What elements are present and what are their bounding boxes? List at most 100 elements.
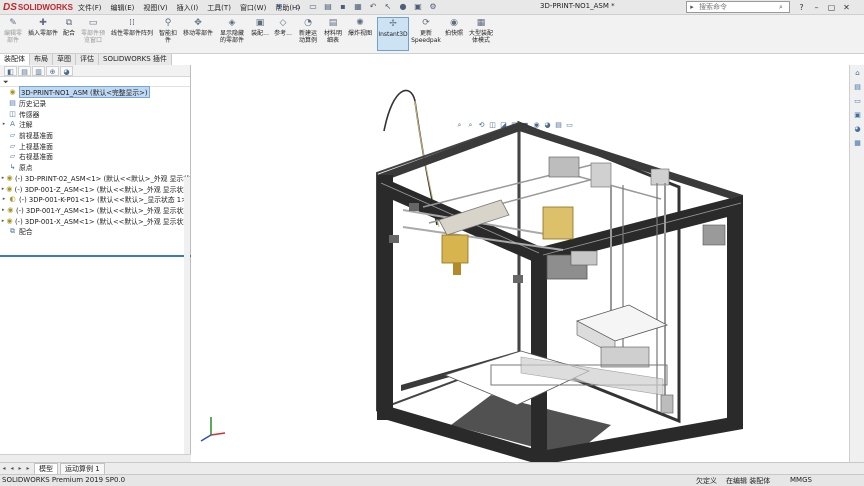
origin-icon: ↳ (9, 163, 16, 172)
home-icon[interactable]: ⌂ (292, 1, 304, 13)
custom-properties-icon[interactable]: ▦ (852, 138, 863, 149)
linear-pattern-button[interactable]: ⁞⁞ 线性零部件阵列 (108, 17, 156, 37)
menu-file[interactable]: 文件(F) (78, 3, 102, 13)
panel-scrollbar[interactable] (184, 177, 190, 477)
new-motion-study-button[interactable]: ◔ 新建运 动算例 (296, 17, 320, 44)
mate-button[interactable]: ⧉ 配合 (61, 17, 77, 37)
search-input[interactable]: 搜索命令 (697, 2, 779, 12)
reference-geometry-button[interactable]: ◇ 参考... (272, 17, 294, 37)
panel-tabs: ◧ ▤ ▥ ⊕ ◕ (0, 65, 190, 77)
status-bar: SOLIDWORKS Premium 2019 SP0.0 欠定义 在编辑 装配… (0, 474, 864, 486)
solidworks-resources-icon[interactable]: ⌂ (852, 68, 863, 79)
minimize-icon[interactable]: – (809, 0, 824, 15)
assembly-icon: ◉ (9, 88, 16, 97)
show-hidden-button[interactable]: ◈ 显示隐藏 的零部件 (217, 17, 247, 44)
next-tab-arrow-icon[interactable]: ▸ (16, 465, 24, 472)
rollback-bar[interactable] (0, 255, 191, 257)
expand-component-icon[interactable]: ▸ (0, 207, 7, 213)
tab-motion-study[interactable]: 运动算例 1 (60, 462, 105, 475)
search-icon[interactable]: ⌕ (779, 3, 789, 12)
view-palette-icon[interactable]: ▣ (852, 110, 863, 121)
command-manager: ✎ 编辑零 部件 ✚ 插入零部件 ⧉ 配合 ▭ 零部件预 览窗口 ⁞⁞ 线性零部件阵… (0, 15, 864, 54)
new-document-icon[interactable]: ▭ (307, 1, 319, 13)
menu-insert[interactable]: 插入(I) (177, 3, 199, 13)
close-icon[interactable]: ✕ (839, 0, 854, 15)
solidworks-logo[interactable]: DS SOLIDWORKS (3, 1, 73, 14)
subassembly-icon: ◉ (6, 216, 13, 225)
select-icon[interactable]: ↖ (382, 1, 394, 13)
bill-of-materials-button[interactable]: ▤ 材料明 细表 (321, 17, 345, 44)
undo-icon[interactable]: ↶ (367, 1, 379, 13)
tree-item-history[interactable]: ▤ 历史记录 (0, 98, 190, 109)
menu-window[interactable]: 窗口(W) (240, 3, 266, 13)
menu-view[interactable]: 视图(V) (143, 3, 167, 13)
component-preview-button[interactable]: ▭ 零部件预 览窗口 (79, 17, 107, 44)
insert-component-button[interactable]: ✚ 插入零部件 (26, 17, 60, 37)
options-icon[interactable]: ⚙ (427, 1, 439, 13)
tree-item-component[interactable]: ▸ ◉ (-) 3DP-001-Y_ASM<1> (默认<<默认>_外观 显示状态 (0, 205, 190, 216)
edit-mode: 在编辑 装配体 (726, 477, 771, 485)
print-icon[interactable]: ▦ (352, 1, 364, 13)
pin-icon[interactable]: ✦ (276, 2, 283, 11)
prev-tab-arrow-icon[interactable]: ◂ (8, 465, 16, 472)
instant3d-button[interactable]: ✢ Instant3D (377, 17, 409, 51)
subassembly-icon: ◉ (7, 205, 14, 214)
file-explorer-icon[interactable]: ▭ (852, 96, 863, 107)
tab-assembly[interactable]: 装配体 (0, 54, 30, 65)
restore-icon[interactable]: ▢ (824, 0, 839, 15)
open-icon[interactable]: ▤ (322, 1, 334, 13)
file-properties-icon[interactable]: ▣ (412, 1, 424, 13)
tree-root-assembly[interactable]: ◉ 3D-PRINT-NO1_ASM (默认<完整显示>) (0, 86, 190, 99)
feature-tree-tab-icon[interactable]: ◧ (4, 65, 17, 76)
property-manager-tab-icon[interactable]: ▤ (18, 65, 31, 76)
tree-item-sensors[interactable]: ◫ 传感器 (0, 108, 190, 119)
tree-item-component[interactable]: ▸ ◉ (-) 3D-PRINT-02_ASM<1> (默认<<默认>_外观 显示状 (0, 173, 190, 184)
search-scope-icon[interactable]: ▸ (687, 3, 697, 11)
tree-item-top-plane[interactable]: ▱ 上视基准面 (0, 140, 190, 151)
unit-system[interactable]: MMGS (790, 476, 812, 484)
smart-fasteners-button[interactable]: ⚲ 智能扣件 (157, 17, 179, 44)
menu-edit[interactable]: 编辑(E) (111, 3, 135, 13)
filter-icon[interactable]: ⏷ (3, 78, 9, 86)
take-snapshot-button[interactable]: ◉ 拍快照 (443, 17, 465, 37)
tab-model[interactable]: 模型 (34, 462, 58, 475)
tree-item-right-plane[interactable]: ▱ 右视基准面 (0, 151, 190, 162)
expand-annotations-icon[interactable]: ▸ (0, 121, 8, 127)
large-assembly-mode-button[interactable]: ▦ 大型装配 体模式 (467, 17, 495, 44)
display-manager-tab-icon[interactable]: ◕ (60, 65, 73, 76)
assembly-features-button[interactable]: ▣ 装配... (249, 17, 271, 37)
configuration-manager-tab-icon[interactable]: ▥ (32, 65, 45, 76)
search-commands[interactable]: ▸ 搜索命令 ⌕ (686, 1, 790, 13)
help-icon[interactable]: ? (794, 0, 809, 15)
update-speedpak-button[interactable]: ⟳ 更新 Speedpak (411, 17, 441, 44)
tree-item-component[interactable]: ▸ ◉ (-) 3DP-001-X_ASM<1> (默认<<默认>_外观 显示状态 (0, 215, 190, 226)
edit-component-button[interactable]: ✎ 编辑零 部件 (2, 17, 24, 44)
dimxpert-tab-icon[interactable]: ⊕ (46, 65, 59, 76)
tree-item-annotations[interactable]: ▸ A 注解 (0, 119, 190, 130)
tree-item-mates[interactable]: ⧉ 配合 (0, 226, 190, 237)
tab-sketch[interactable]: 草图 (53, 54, 76, 65)
tab-layout[interactable]: 布局 (30, 54, 53, 65)
feature-tree: ◉ 3D-PRINT-NO1_ASM (默认<完整显示>) ▤ 历史记录 ◫ 传感器… (0, 86, 190, 237)
tree-item-component[interactable]: ▸ ◐ (-) 3DP-001-K-P01<1> (默认<<默认>_显示状态 1>) (0, 194, 190, 205)
tree-item-origin[interactable]: ↳ 原点 (0, 162, 190, 173)
save-icon[interactable]: ▪ (337, 1, 349, 13)
reference-geometry-icon: ◇ (279, 18, 287, 28)
expand-component-icon[interactable]: ▸ (0, 196, 8, 202)
mates-icon: ⧉ (10, 227, 15, 236)
appearances-icon[interactable]: ◕ (852, 124, 863, 135)
tree-item-component[interactable]: ▸ ◉ (-) 3DP-001-Z_ASM<1> (默认<<默认>_外观 显示状态 (0, 183, 190, 194)
design-library-icon[interactable]: ▤ (852, 82, 863, 93)
panel-horizontal-scrollbar[interactable] (0, 454, 191, 462)
tree-item-front-plane[interactable]: ▱ 前视基准面 (0, 130, 190, 141)
move-component-button[interactable]: ✥ 移动零部件 (180, 17, 216, 37)
tab-evaluate[interactable]: 评估 (76, 54, 99, 65)
tab-solidworks-addins[interactable]: SOLIDWORKS 插件 (99, 54, 172, 65)
last-tab-arrow-icon[interactable]: ▸ (24, 465, 32, 472)
graphics-area[interactable]: ⌕ ⌕ ⟲ ◫ ◪ ▣ ◼ ◉ ◕ ▤ ▭ (191, 65, 849, 462)
exploded-view-button[interactable]: ✺ 爆炸视图 (346, 17, 374, 37)
first-tab-arrow-icon[interactable]: ◂ (0, 465, 8, 472)
menu-tools[interactable]: 工具(T) (207, 3, 231, 13)
printer-3d-model[interactable] (191, 65, 849, 462)
rebuild-icon[interactable]: ● (397, 1, 409, 13)
